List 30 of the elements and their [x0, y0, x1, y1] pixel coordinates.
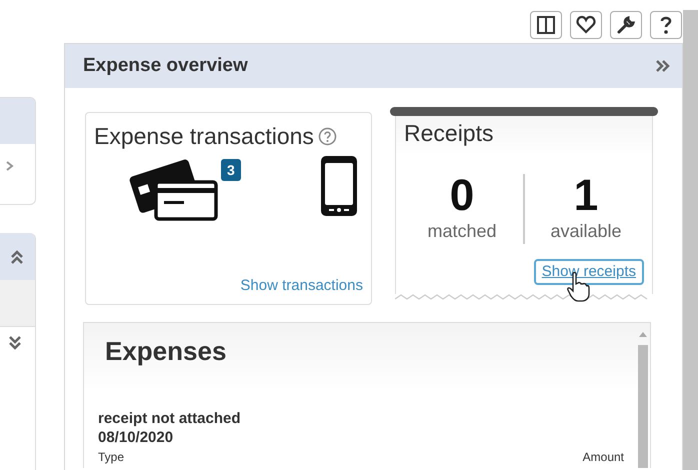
collapse-down-icon[interactable] — [8, 336, 22, 350]
stat-value: 1 — [572, 174, 600, 218]
favorite-button[interactable] — [570, 11, 602, 39]
section-title: Expenses — [105, 335, 226, 368]
help-button[interactable] — [650, 11, 682, 39]
show-receipts-button[interactable]: Show receipts — [534, 258, 644, 286]
settings-button[interactable] — [610, 11, 642, 39]
help-icon[interactable] — [318, 127, 337, 146]
collapse-up-icon[interactable] — [10, 250, 24, 264]
stat-label: available — [549, 220, 623, 243]
stat-label: matched — [426, 220, 498, 243]
panel-title: Expense overview — [83, 54, 248, 78]
card-title: Expense transactions — [94, 123, 314, 151]
expense-date: 08/10/2020 — [98, 428, 174, 448]
stat-value: 0 — [448, 174, 476, 218]
chevron-icon — [6, 160, 14, 172]
scrollbar[interactable] — [683, 10, 698, 470]
count-badge: 3 — [221, 158, 241, 181]
column-header: Amount — [582, 450, 624, 463]
side-card-header — [0, 98, 35, 144]
show-transactions-link[interactable]: Show transactions — [240, 277, 363, 294]
layout-button[interactable] — [530, 11, 562, 39]
wrench-icon — [616, 15, 636, 35]
smartphone-icon — [320, 154, 358, 217]
column-header: Type — [98, 450, 124, 463]
expense-status: receipt not attached — [98, 408, 242, 428]
heart-icon — [576, 15, 596, 35]
expand-icon[interactable] — [656, 59, 670, 73]
card-title: Receipts — [404, 120, 494, 148]
columns-icon — [536, 15, 556, 35]
